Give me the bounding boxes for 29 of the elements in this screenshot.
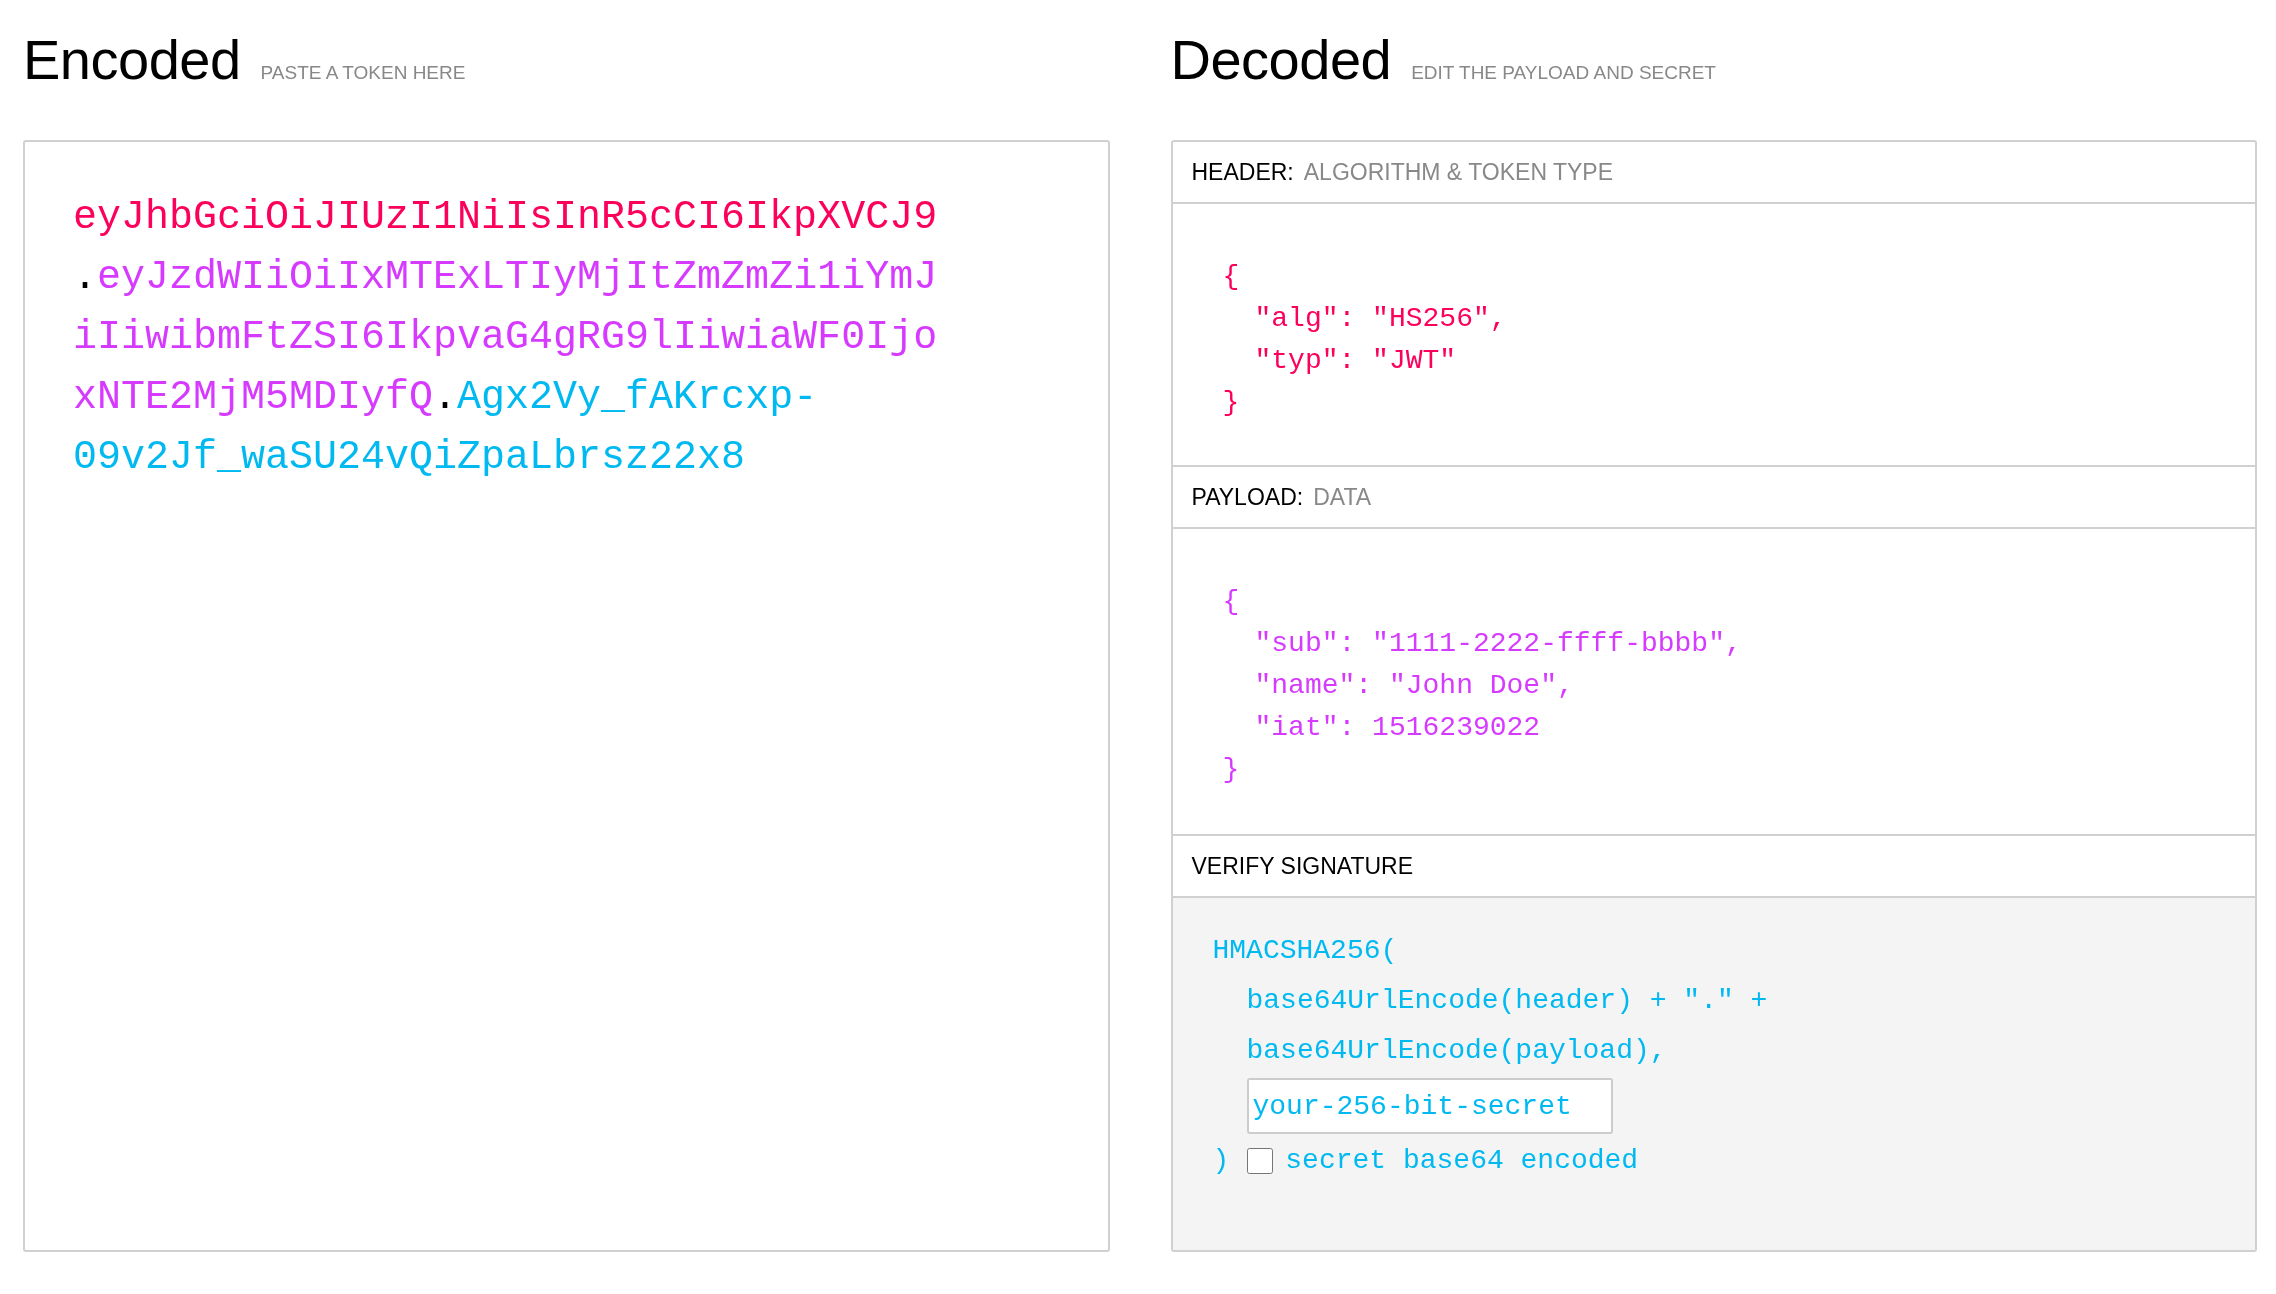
code-line: } [1222,386,1241,420]
code-line: HMACSHA256( [1212,934,1399,968]
section-label: HEADER: [1191,157,1294,187]
code-line: base64UrlEncode(header) + "." + [1245,984,1769,1018]
section-sublabel: ALGORITHM & TOKEN TYPE [1303,157,1614,187]
code-line: base64UrlEncode(payload), [1245,1034,1668,1068]
code-line: "sub": "1111-2222-ffff-bbbb", [1253,627,1743,661]
token-editor[interactable]: eyJhbGciOiJIUzI1NiIsInR5cCI6IkpXVCJ9 .eyJzdWIiOiIxMTExLTIyMjItZmZmZi1iYmJiIiwibmFtZSI6IkpvaG4gRG9lIiwiaWF0IjoxNTE2MjM5MDIyfQ.Agx2Vy_fAKrcxp-09v2Jf_waSU24vQiZpaLbrsz22x8 [23,140,1110,1252]
panel-subtitle: EDIT THE PAYLOAD AND SECRET [1411,61,1716,85]
base64-checkbox[interactable] [1247,1148,1274,1174]
code-line: "alg": "HS256", [1253,302,1508,336]
encoded-token: eyJhbGciOiJIUzI1NiIsInR5cCI6IkpXVCJ9 .eyJzdWIiOiIxMTExLTIyMjItZmZmZi1iYmJiIiwibmFtZSI6IkpvaG4gRG9lIiwiaWF0IjoxNTE2MjM5MDIyfQ.Agx2Vy_fAKrcxp-09v2Jf_waSU24vQiZpaLbrsz22x8 [73,194,939,482]
panel-title: Decoded [1170,27,1392,93]
section-label: PAYLOAD: [1191,482,1304,512]
payload-editor[interactable]: { "sub": "1111-2222-ffff-bbbb", "name": "John Doe", "iat": 1516239022 } [1172,529,2255,836]
code-line: } [1222,753,1241,787]
code-line: { [1222,260,1241,294]
panel-subtitle: PASTE A TOKEN HERE [260,61,466,85]
code-line: ) [1212,1144,1230,1178]
secret-input[interactable]: your-256-bit-secret [1246,1078,1613,1134]
code-line: "typ": "JWT" [1253,344,1458,378]
code-line: "name": "John Doe", [1253,669,1575,703]
section-label: VERIFY SIGNATURE [1191,851,1414,881]
header-editor[interactable]: { "alg": "HS256", "typ": "JWT" } [1172,204,2255,467]
code-line: { [1222,585,1241,619]
panel-title: Encoded [23,27,241,93]
section-sublabel: DATA [1313,482,1372,512]
code-line: "iat": 1516239022 [1253,711,1542,745]
checkbox-label[interactable]: secret base64 encoded [1285,1136,1639,1186]
